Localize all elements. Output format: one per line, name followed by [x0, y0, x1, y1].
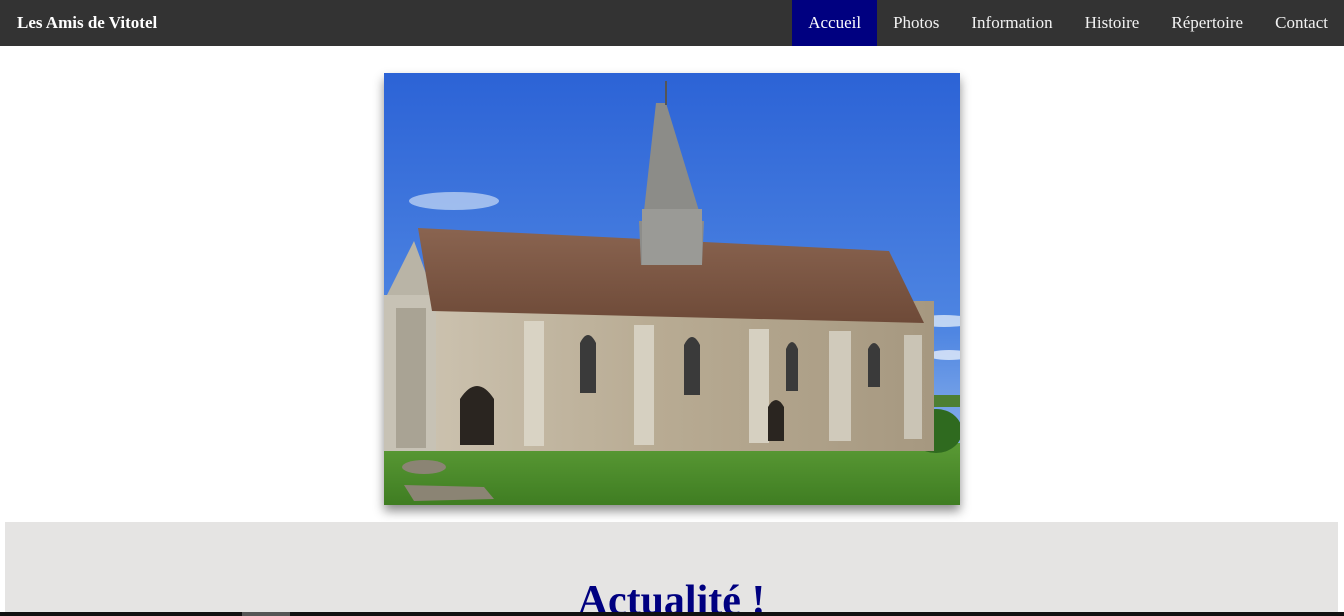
- nav-link-histoire[interactable]: Histoire: [1069, 0, 1156, 46]
- site-brand-link[interactable]: Les Amis de Vitotel: [17, 0, 157, 46]
- nav-link-repertoire[interactable]: Répertoire: [1155, 0, 1259, 46]
- top-navigation-bar: Les Amis de Vitotel Accueil Photos Infor…: [0, 0, 1344, 46]
- church-image: [384, 73, 960, 505]
- bottom-scrollbar-track[interactable]: [0, 612, 1344, 616]
- news-section: Actualité !: [5, 522, 1338, 616]
- bottom-scrollbar-thumb[interactable]: [242, 612, 290, 616]
- nav-link-accueil[interactable]: Accueil: [792, 0, 878, 46]
- nav-link-photos[interactable]: Photos: [877, 0, 955, 46]
- nav-links: Accueil Photos Information Histoire Répe…: [792, 0, 1344, 46]
- hero-church-photo: [384, 73, 960, 505]
- nav-link-contact[interactable]: Contact: [1259, 0, 1344, 46]
- nav-link-information[interactable]: Information: [955, 0, 1068, 46]
- news-title: Actualité !: [577, 578, 766, 616]
